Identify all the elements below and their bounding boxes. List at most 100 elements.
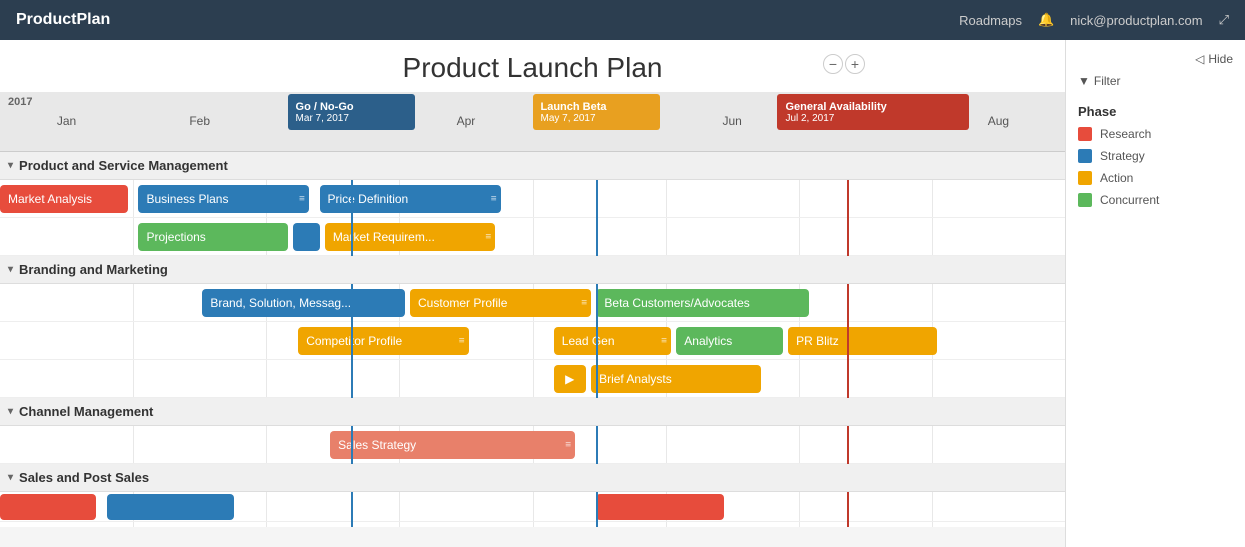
section-product-service[interactable]: ▾ Product and Service Management: [0, 152, 1065, 180]
bar-customer-profile[interactable]: Customer Profile ≡: [410, 289, 591, 317]
legend-research: Research: [1078, 127, 1233, 141]
bar-brand-solution-label: Brand, Solution, Messag...: [210, 296, 351, 310]
legend-concurrent: Concurrent: [1078, 193, 1233, 207]
gantt-row-channel-1: Sales Strategy ≡: [0, 426, 1065, 464]
roadmaps-link[interactable]: Roadmaps: [959, 13, 1022, 28]
bar-business-plans[interactable]: Business Plans ≡: [138, 185, 308, 213]
filter-icon: ▼: [1078, 74, 1090, 88]
bar-market-analysis-label: Market Analysis: [8, 192, 92, 206]
bar-proj-small[interactable]: [293, 223, 320, 251]
bar-competitor-profile[interactable]: Competitor Profile ≡: [298, 327, 468, 355]
legend-research-color: [1078, 127, 1092, 141]
bar-analytics-label: Analytics: [684, 334, 732, 348]
bar-sales-strategy-handle: ≡: [565, 440, 571, 451]
bar-competitor-profile-handle: ≡: [459, 336, 465, 347]
bar-price-definition-label: Price Definition: [328, 192, 409, 206]
filter-label: Filter: [1094, 74, 1121, 88]
bar-beta-customers[interactable]: Beta Customers/Advocates: [596, 289, 809, 317]
month-apr: Apr: [399, 112, 532, 151]
bar-customer-profile-label: Customer Profile: [418, 296, 507, 310]
gantt-row-branding-3: ▶ Brief Analysts: [0, 360, 1065, 398]
legend-title: Phase: [1078, 104, 1233, 119]
year-label: 2017: [8, 96, 32, 108]
zoom-controls: − +: [823, 54, 865, 74]
milestone-launch-beta[interactable]: Launch Beta May 7, 2017: [533, 94, 661, 130]
legend-action-color: [1078, 171, 1092, 185]
section-branding[interactable]: ▾ Branding and Marketing: [0, 256, 1065, 284]
user-menu[interactable]: nick@productplan.com: [1070, 13, 1202, 28]
zoom-in-button[interactable]: +: [845, 54, 865, 74]
bar-pr-blitz-label: PR Blitz: [796, 334, 839, 348]
chevron-sales-post: ▾: [8, 472, 13, 483]
bar-beta-customers-label: Beta Customers/Advocates: [604, 296, 749, 310]
hide-icon: ◁: [1195, 52, 1204, 66]
bar-sales-item-1[interactable]: [0, 494, 96, 520]
section-branding-label: Branding and Marketing: [19, 262, 168, 277]
bar-sales-item-3[interactable]: [596, 494, 724, 520]
zoom-out-button[interactable]: −: [823, 54, 843, 74]
chevron-channel: ▾: [8, 406, 13, 417]
roadmap-area: Product Launch Plan − + 2017 Jan Feb Mar…: [0, 40, 1065, 547]
milestone-go-no-go[interactable]: Go / No-Go Mar 7, 2017: [288, 94, 416, 130]
bar-business-plans-label: Business Plans: [146, 192, 228, 206]
section-channel[interactable]: ▾ Channel Management: [0, 398, 1065, 426]
bar-brief-analysts-arrow-icon: ▶: [565, 372, 574, 386]
chevron-product-service: ▾: [8, 160, 13, 171]
legend-research-label: Research: [1100, 127, 1151, 141]
bar-price-definition-handle: ≡: [491, 194, 497, 205]
expand-icon[interactable]: ⤢: [1219, 12, 1229, 28]
hide-label: Hide: [1208, 52, 1233, 66]
bar-competitor-profile-label: Competitor Profile: [306, 334, 402, 348]
section-sales-post-label: Sales and Post Sales: [19, 470, 149, 485]
gantt-row-branding-1: Brand, Solution, Messag... Customer Prof…: [0, 284, 1065, 322]
gantt-row-product-1: Market Analysis Business Plans ≡ Price D…: [0, 180, 1065, 218]
filter-button[interactable]: ▼ Filter: [1078, 74, 1233, 88]
bar-projections-label: Projections: [146, 230, 205, 244]
gantt-row-branding-2: Competitor Profile ≡ Lead Gen ≡ Analytic…: [0, 322, 1065, 360]
legend-strategy-color: [1078, 149, 1092, 163]
bar-sales-strategy[interactable]: Sales Strategy ≡: [330, 431, 575, 459]
gantt-body: ▾ Product and Service Management Market …: [0, 152, 1065, 527]
page-title: Product Launch Plan: [0, 52, 1065, 84]
page-title-bar: Product Launch Plan − +: [0, 40, 1065, 92]
bar-brand-solution[interactable]: Brand, Solution, Messag...: [202, 289, 404, 317]
bar-business-plans-handle: ≡: [299, 194, 305, 205]
month-jan: Jan: [0, 112, 133, 151]
bar-sales-item-2[interactable]: [107, 494, 235, 520]
bar-lead-gen-label: Lead Gen: [562, 334, 615, 348]
section-channel-label: Channel Management: [19, 404, 153, 419]
chevron-branding: ▾: [8, 264, 13, 275]
sidebar-controls: ◁ Hide: [1078, 52, 1233, 66]
bar-lead-gen[interactable]: Lead Gen ≡: [554, 327, 671, 355]
bar-market-req[interactable]: Market Requirem... ≡: [325, 223, 495, 251]
bar-price-definition[interactable]: Price Definition ≡: [320, 185, 501, 213]
bar-pr-blitz[interactable]: PR Blitz: [788, 327, 937, 355]
legend-concurrent-label: Concurrent: [1100, 193, 1159, 207]
gantt-row-product-2: Projections Market Requirem... ≡: [0, 218, 1065, 256]
notification-icon[interactable]: 🔔: [1038, 12, 1054, 28]
section-product-service-label: Product and Service Management: [19, 158, 228, 173]
bar-analytics[interactable]: Analytics: [676, 327, 783, 355]
legend-action: Action: [1078, 171, 1233, 185]
main-container: Product Launch Plan − + 2017 Jan Feb Mar…: [0, 40, 1245, 547]
bar-projections[interactable]: Projections: [138, 223, 287, 251]
nav-right: Roadmaps 🔔 nick@productplan.com ⤢: [959, 12, 1229, 28]
hide-button[interactable]: ◁ Hide: [1195, 52, 1233, 66]
gantt-row-sales-1: [0, 492, 1065, 522]
right-sidebar: ◁ Hide ▼ Filter Phase Research Strategy …: [1065, 40, 1245, 547]
top-nav: ProductPlan Roadmaps 🔔 nick@productplan.…: [0, 0, 1245, 40]
month-feb: Feb: [133, 112, 266, 151]
bar-brief-analysts[interactable]: Brief Analysts: [591, 365, 761, 393]
legend-strategy: Strategy: [1078, 149, 1233, 163]
bar-market-req-handle: ≡: [485, 232, 491, 243]
bar-brief-analysts-arrow[interactable]: ▶: [554, 365, 586, 393]
milestone-general-avail[interactable]: General Availability Jul 2, 2017: [777, 94, 969, 130]
timeline-header: 2017 Jan Feb Mar Apr May Jun Jul Aug Go …: [0, 92, 1065, 152]
timeline-container: 2017 Jan Feb Mar Apr May Jun Jul Aug Go …: [0, 92, 1065, 547]
bar-lead-gen-handle: ≡: [661, 336, 667, 347]
bar-market-req-label: Market Requirem...: [333, 230, 435, 244]
bar-market-analysis[interactable]: Market Analysis: [0, 185, 128, 213]
section-sales-post[interactable]: ▾ Sales and Post Sales: [0, 464, 1065, 492]
brand-logo[interactable]: ProductPlan: [16, 11, 110, 29]
legend-action-label: Action: [1100, 171, 1133, 185]
